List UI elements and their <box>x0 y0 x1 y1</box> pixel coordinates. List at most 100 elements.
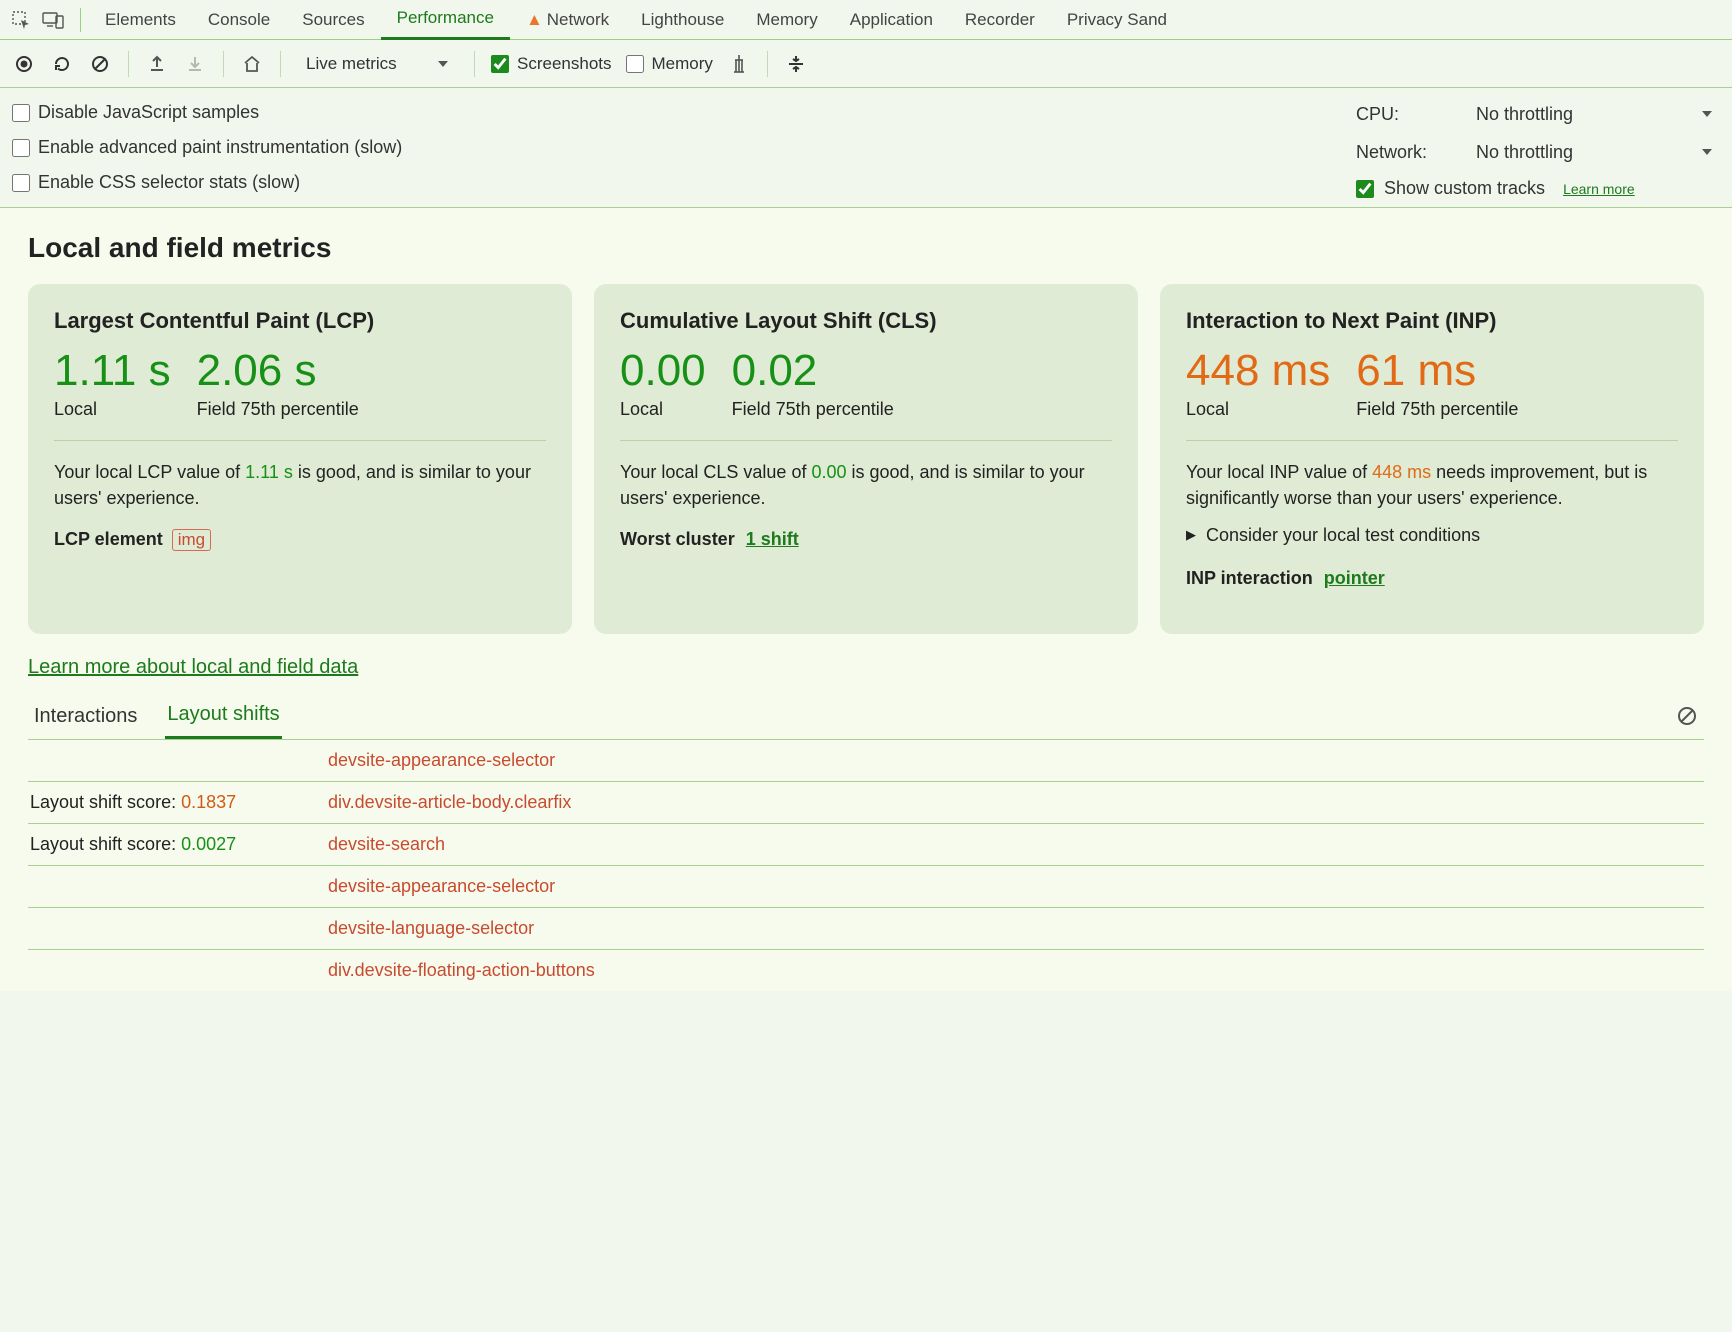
lcp-element-chip[interactable]: img <box>172 529 211 551</box>
garbage-collect-icon[interactable] <box>727 52 751 76</box>
tab-performance[interactable]: Performance <box>381 0 510 40</box>
shift-row[interactable]: Layout shift score: 0.0027 devsite-searc… <box>28 824 1704 866</box>
page-title: Local and field metrics <box>28 232 1704 264</box>
toolbar-divider <box>223 51 224 77</box>
lcp-local-value: 1.11 s <box>54 348 171 394</box>
tab-recorder[interactable]: Recorder <box>949 0 1051 40</box>
shift-element: div.devsite-floating-action-buttons <box>328 960 595 981</box>
reload-icon[interactable] <box>50 52 74 76</box>
shift-row[interactable]: devsite-language-selector <box>28 908 1704 950</box>
shift-element: devsite-language-selector <box>328 918 534 939</box>
device-toggle-icon[interactable] <box>40 7 66 33</box>
shift-row[interactable]: devsite-appearance-selector <box>28 740 1704 782</box>
inp-expand[interactable]: ▶ Consider your local test conditions <box>1186 525 1678 546</box>
inp-card: Interaction to Next Paint (INP) 448 ms L… <box>1160 284 1704 634</box>
tab-application[interactable]: Application <box>834 0 949 40</box>
network-label: Network: <box>1356 142 1456 163</box>
inspect-icon[interactable] <box>8 7 34 33</box>
record-icon[interactable] <box>12 52 36 76</box>
shift-row[interactable]: devsite-appearance-selector <box>28 866 1704 908</box>
shift-row[interactable]: div.devsite-floating-action-buttons <box>28 950 1704 991</box>
tab-network[interactable]: ▲ Network <box>510 0 625 40</box>
toolbar-divider <box>767 51 768 77</box>
network-select[interactable]: No throttling <box>1472 140 1716 164</box>
screenshots-label: Screenshots <box>517 54 612 74</box>
inp-interaction-row: INP interaction pointer <box>1186 568 1678 589</box>
download-icon[interactable] <box>183 52 207 76</box>
warning-icon: ▲ <box>526 10 543 30</box>
tab-lighthouse[interactable]: Lighthouse <box>625 0 740 40</box>
cls-field-value: 0.02 <box>732 348 894 394</box>
cls-worst-link[interactable]: 1 shift <box>746 529 799 549</box>
live-metrics-select[interactable]: Live metrics <box>297 49 458 78</box>
disable-js-checkbox[interactable]: Disable JavaScript samples <box>12 102 402 123</box>
inp-local-value: 448 ms <box>1186 348 1330 394</box>
memory-checkbox[interactable]: Memory <box>626 54 713 74</box>
inp-interaction-link[interactable]: pointer <box>1324 568 1385 588</box>
tab-memory[interactable]: Memory <box>740 0 833 40</box>
tab-privacy[interactable]: Privacy Sand <box>1051 0 1183 40</box>
tab-network-label: Network <box>547 10 609 30</box>
tab-layout-shifts[interactable]: Layout shifts <box>165 693 281 739</box>
metric-cards: Largest Contentful Paint (LCP) 1.11 s Lo… <box>28 284 1704 634</box>
tab-divider <box>80 8 81 32</box>
toolbar-divider <box>128 51 129 77</box>
enable-paint-label: Enable advanced paint instrumentation (s… <box>38 137 402 158</box>
lcp-description: Your local LCP value of 1.11 s is good, … <box>54 459 546 511</box>
inp-field-label: Field 75th percentile <box>1356 398 1518 421</box>
cls-worst-row: Worst cluster 1 shift <box>620 529 1112 550</box>
toolbar-divider <box>474 51 475 77</box>
chevron-right-icon: ▶ <box>1186 527 1196 543</box>
enable-css-checkbox[interactable]: Enable CSS selector stats (slow) <box>12 172 402 193</box>
shift-row[interactable]: Layout shift score: 0.1837 div.devsite-a… <box>28 782 1704 824</box>
performance-toolbar: Live metrics Screenshots Memory <box>0 40 1732 88</box>
enable-paint-checkbox[interactable]: Enable advanced paint instrumentation (s… <box>12 137 402 158</box>
tab-console[interactable]: Console <box>192 0 286 40</box>
lcp-field-label: Field 75th percentile <box>197 398 359 421</box>
learn-more-link[interactable]: Learn more <box>1563 181 1635 197</box>
upload-icon[interactable] <box>145 52 169 76</box>
learn-local-field-link[interactable]: Learn more about local and field data <box>28 656 358 679</box>
cpu-label: CPU: <box>1356 104 1456 125</box>
cpu-select[interactable]: No throttling <box>1472 102 1716 126</box>
screenshots-checkbox[interactable]: Screenshots <box>491 54 612 74</box>
collapse-icon[interactable] <box>784 52 808 76</box>
cls-field-label: Field 75th percentile <box>732 398 894 421</box>
layout-shift-list: devsite-appearance-selector Layout shift… <box>28 740 1704 991</box>
devtools-tab-strip: Elements Console Sources Performance ▲ N… <box>0 0 1732 40</box>
show-custom-label: Show custom tracks <box>1384 178 1545 199</box>
toolbar-divider <box>280 51 281 77</box>
home-icon[interactable] <box>240 52 264 76</box>
clear-icon[interactable] <box>88 52 112 76</box>
lower-tabs: Interactions Layout shifts <box>28 693 1704 740</box>
tab-interactions[interactable]: Interactions <box>32 695 139 738</box>
lcp-field-value: 2.06 s <box>197 348 359 394</box>
lcp-element-row: LCP element img <box>54 529 546 551</box>
lcp-title: Largest Contentful Paint (LCP) <box>54 308 546 334</box>
main-content: Local and field metrics Largest Contentf… <box>0 208 1732 991</box>
cpu-throttling-row: CPU: No throttling <box>1356 102 1716 126</box>
memory-label: Memory <box>652 54 713 74</box>
clear-list-icon[interactable] <box>1674 703 1700 729</box>
inp-local-label: Local <box>1186 398 1330 421</box>
shift-element: div.devsite-article-body.clearfix <box>328 792 571 813</box>
tab-elements[interactable]: Elements <box>89 0 192 40</box>
lcp-local-label: Local <box>54 398 171 421</box>
cls-local-value: 0.00 <box>620 348 706 394</box>
network-throttling-row: Network: No throttling <box>1356 140 1716 164</box>
performance-settings: Disable JavaScript samples Enable advanc… <box>0 88 1732 208</box>
shift-score: Layout shift score: 0.1837 <box>28 792 328 813</box>
shift-element: devsite-appearance-selector <box>328 750 555 771</box>
tab-sources[interactable]: Sources <box>286 0 380 40</box>
inp-title: Interaction to Next Paint (INP) <box>1186 308 1678 334</box>
shift-element: devsite-search <box>328 834 445 855</box>
cls-description: Your local CLS value of 0.00 is good, an… <box>620 459 1112 511</box>
settings-left: Disable JavaScript samples Enable advanc… <box>12 96 402 199</box>
show-custom-checkbox[interactable] <box>1356 180 1374 198</box>
cls-card: Cumulative Layout Shift (CLS) 0.00 Local… <box>594 284 1138 634</box>
disable-js-label: Disable JavaScript samples <box>38 102 259 123</box>
cls-title: Cumulative Layout Shift (CLS) <box>620 308 1112 334</box>
shift-score: Layout shift score: 0.0027 <box>28 834 328 855</box>
lcp-card: Largest Contentful Paint (LCP) 1.11 s Lo… <box>28 284 572 634</box>
cls-local-label: Local <box>620 398 706 421</box>
